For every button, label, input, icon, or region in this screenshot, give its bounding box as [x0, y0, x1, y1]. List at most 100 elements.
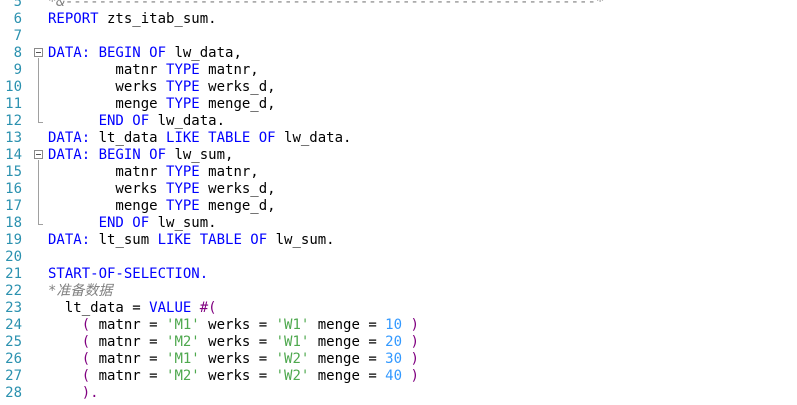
- code-text: ( matnr = 'M1' werks = 'W2' menge = 30 ): [48, 351, 419, 368]
- code-token: matnr,: [199, 164, 259, 180]
- code-text: menge TYPE menge_d,: [48, 198, 276, 215]
- code-editor[interactable]: 5 *&-------------------------------------…: [0, 0, 797, 405]
- line-number: 10: [5, 79, 22, 95]
- code-token: (: [48, 368, 91, 384]
- code-token: ): [402, 317, 419, 333]
- code-token: werks =: [199, 351, 276, 367]
- code-line[interactable]: 21 START-OF-SELECTION.: [0, 266, 797, 283]
- code-line[interactable]: 27 ( matnr = 'M2' werks = 'W2' menge = 4…: [0, 368, 797, 385]
- code-token: werks_d,: [199, 79, 276, 95]
- code-line[interactable]: 7: [0, 28, 797, 45]
- code-token: werks: [48, 181, 167, 197]
- code-line[interactable]: 18 END OF lw_sum.: [0, 215, 797, 232]
- fold-end-marker: [38, 122, 43, 123]
- code-line[interactable]: 8 DATA: BEGIN OF lw_data,: [0, 45, 797, 62]
- code-token: matnr =: [90, 351, 167, 367]
- code-token: 10: [385, 317, 403, 333]
- code-token: REPORT: [48, 11, 99, 27]
- code-token: 'W1': [275, 317, 310, 333]
- code-line[interactable]: 24 ( matnr = 'M1' werks = 'W1' menge = 1…: [0, 317, 797, 334]
- code-line[interactable]: 11 menge TYPE menge_d,: [0, 96, 797, 113]
- code-token: ): [402, 334, 419, 350]
- code-line[interactable]: 14 DATA: BEGIN OF lw_sum,: [0, 147, 797, 164]
- code-token: TYPE: [166, 164, 200, 180]
- line-number: 18: [5, 215, 22, 231]
- code-token: menge =: [309, 317, 386, 333]
- line-number: 23: [5, 300, 22, 316]
- code-token: menge: [48, 96, 167, 112]
- code-token: lt_data: [90, 130, 167, 146]
- line-number: 19: [5, 232, 22, 248]
- code-token: matnr: [48, 164, 167, 180]
- code-line[interactable]: 9 matnr TYPE matnr,: [0, 62, 797, 79]
- fold-guide-line: [38, 58, 39, 122]
- code-token: DATA:: [48, 232, 91, 248]
- code-token: TYPE: [166, 181, 200, 197]
- code-token: menge_d,: [199, 96, 276, 112]
- code-token: werks =: [199, 317, 276, 333]
- code-token: 'M2': [166, 368, 200, 384]
- code-text: lt_data = VALUE #(: [48, 300, 217, 317]
- code-token: 'W2': [275, 368, 310, 384]
- code-text: menge TYPE menge_d,: [48, 96, 276, 113]
- code-token: LIKE TABLE OF: [157, 232, 268, 248]
- code-line[interactable]: 15 matnr TYPE matnr,: [0, 164, 797, 181]
- line-number: 28: [5, 385, 22, 401]
- line-number: 25: [5, 334, 22, 350]
- code-token: matnr: [48, 62, 167, 78]
- line-number: 27: [5, 368, 22, 384]
- code-token: DATA:: [48, 130, 91, 146]
- code-line[interactable]: 25 ( matnr = 'M2' werks = 'W1' menge = 2…: [0, 334, 797, 351]
- code-token: menge =: [309, 334, 386, 350]
- code-line[interactable]: 6 REPORT zts_itab_sum.: [0, 11, 797, 28]
- code-token: werks =: [199, 368, 276, 384]
- code-line[interactable]: 5 *&-------------------------------------…: [0, 0, 797, 11]
- code-text: *准备数据: [48, 283, 112, 300]
- code-token: *准备数据: [48, 283, 113, 299]
- code-text: matnr TYPE matnr,: [48, 164, 259, 181]
- code-token: menge_d,: [199, 198, 276, 214]
- code-token: END OF: [48, 215, 150, 231]
- code-token: lt_data =: [48, 300, 150, 316]
- code-token: lw_sum.: [149, 215, 217, 231]
- line-number: 16: [5, 181, 22, 197]
- code-line[interactable]: 23 lt_data = VALUE #(: [0, 300, 797, 317]
- code-text: START-OF-SELECTION.: [48, 266, 208, 283]
- code-token: werks: [48, 79, 167, 95]
- code-line[interactable]: 10 werks TYPE werks_d,: [0, 79, 797, 96]
- code-text: *&--------------------------------------…: [48, 0, 604, 11]
- fold-collapse-icon[interactable]: [34, 48, 43, 57]
- code-token: ): [402, 368, 419, 384]
- code-line[interactable]: 22 *准备数据: [0, 283, 797, 300]
- code-line[interactable]: 26 ( matnr = 'M1' werks = 'W2' menge = 3…: [0, 351, 797, 368]
- code-token: TYPE: [166, 62, 200, 78]
- code-line[interactable]: 13 DATA: lt_data LIKE TABLE OF lw_data.: [0, 130, 797, 147]
- code-token: lw_data.: [149, 113, 226, 129]
- line-number: 13: [5, 130, 22, 146]
- code-token: #(: [199, 300, 217, 316]
- code-line[interactable]: 28 ).: [0, 385, 797, 402]
- code-token: matnr,: [199, 62, 259, 78]
- code-token: *&: [48, 0, 65, 10]
- code-line[interactable]: 19 DATA: lt_sum LIKE TABLE OF lw_sum.: [0, 232, 797, 249]
- line-number: 17: [5, 198, 22, 214]
- line-number: 12: [5, 113, 22, 129]
- code-token: 'M1': [166, 351, 200, 367]
- line-number: 24: [5, 317, 22, 333]
- code-text: ( matnr = 'M2' werks = 'W2' menge = 40 ): [48, 368, 419, 385]
- code-token: LIKE TABLE OF: [166, 130, 276, 146]
- code-token: menge =: [309, 351, 386, 367]
- code-token: (: [48, 351, 91, 367]
- code-token: VALUE: [149, 300, 192, 316]
- fold-collapse-icon[interactable]: [34, 150, 43, 159]
- code-line[interactable]: 12 END OF lw_data.: [0, 113, 797, 130]
- code-text: DATA: lt_data LIKE TABLE OF lw_data.: [48, 130, 351, 147]
- code-token: (: [48, 334, 91, 350]
- code-token: (: [48, 317, 91, 333]
- code-line[interactable]: 17 menge TYPE menge_d,: [0, 198, 797, 215]
- code-token: zts_itab_sum.: [98, 11, 217, 27]
- code-line[interactable]: 16 werks TYPE werks_d,: [0, 181, 797, 198]
- code-token: matnr =: [90, 368, 167, 384]
- code-line[interactable]: 20: [0, 249, 797, 266]
